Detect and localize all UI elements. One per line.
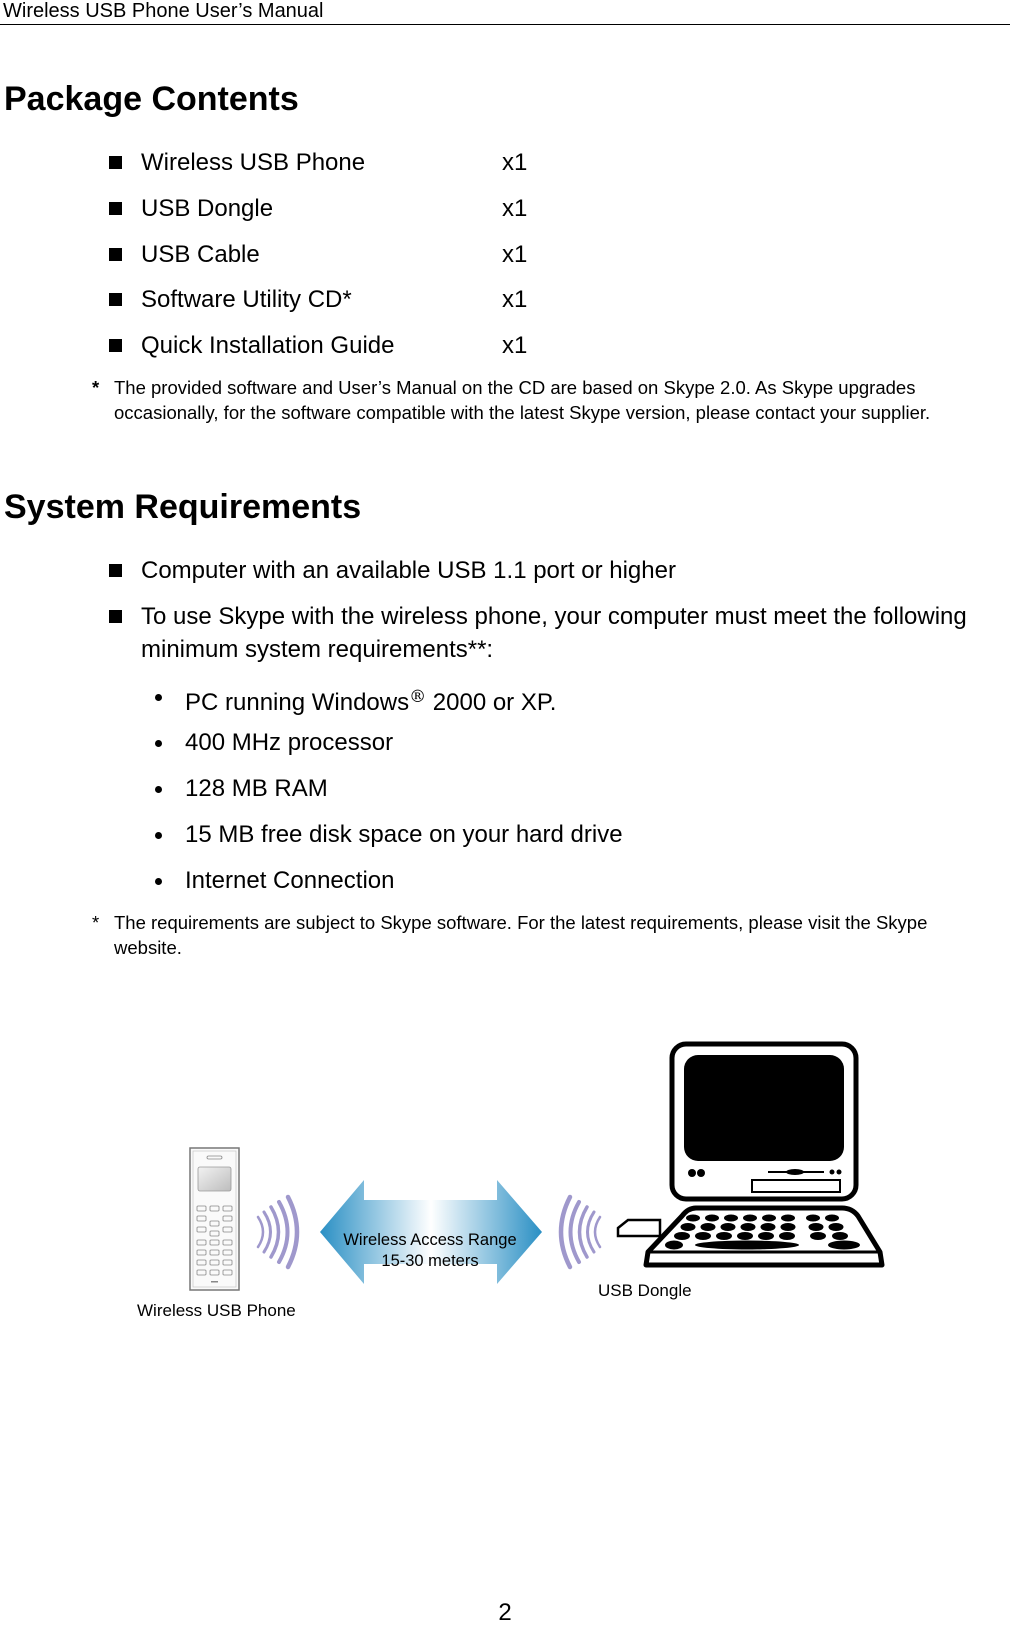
package-footnote: * The provided software and User’s Manua… bbox=[90, 375, 995, 425]
package-item-qty: x1 bbox=[502, 195, 528, 222]
package-item-qty: x1 bbox=[502, 241, 528, 268]
footnote-text: The provided software and User’s Manual … bbox=[114, 377, 931, 423]
requirements-footnote: * The requirements are subject to Skype … bbox=[90, 910, 995, 960]
system-requirements-heading: System Requirements bbox=[4, 488, 362, 526]
os-text: PC running Windows bbox=[185, 689, 410, 716]
package-item-name: USB Cable bbox=[141, 241, 260, 268]
package-item-name: USB Dongle bbox=[141, 195, 274, 222]
phone-signal-waves-icon bbox=[256, 1194, 300, 1270]
round-bullet-icon bbox=[155, 832, 162, 839]
footnote-marker: * bbox=[92, 377, 100, 398]
package-item-name: Wireless USB Phone bbox=[141, 149, 366, 176]
package-item-qty: x1 bbox=[502, 149, 528, 176]
package-contents-heading: Package Contents bbox=[4, 80, 299, 118]
usb-dongle-icon bbox=[616, 1218, 662, 1238]
requirement-sub-text: Internet Connection bbox=[185, 867, 395, 894]
requirement-text: Computer with an available USB 1.1 port … bbox=[141, 557, 676, 584]
dongle-signal-waves-icon bbox=[558, 1194, 602, 1270]
registered-mark: ® bbox=[409, 687, 427, 707]
os-version-text: 2000 or XP. bbox=[426, 689, 557, 716]
round-bullet-icon bbox=[155, 740, 162, 747]
square-bullet-icon bbox=[109, 293, 122, 306]
wireless-range-label: Wireless Access Range 15-30 meters bbox=[320, 1230, 540, 1272]
package-item-name: Quick Installation Guide bbox=[141, 332, 395, 359]
round-bullet-icon bbox=[155, 694, 162, 701]
square-bullet-icon bbox=[109, 339, 122, 352]
phone-label: Wireless USB Phone bbox=[137, 1301, 296, 1320]
requirement-sub-text: PC running Windows® 2000 or XP. bbox=[185, 683, 556, 717]
requirement-sub-text: 128 MB RAM bbox=[185, 775, 328, 802]
round-bullet-icon bbox=[155, 786, 162, 793]
requirement-text: To use Skype with the wireless phone, yo… bbox=[141, 603, 967, 663]
square-bullet-icon bbox=[109, 156, 122, 169]
package-item-name: Software Utility CD* bbox=[141, 286, 352, 313]
footnote-text: The requirements are subject to Skype so… bbox=[114, 912, 928, 958]
range-title: Wireless Access Range bbox=[343, 1231, 517, 1249]
wireless-phone-icon bbox=[189, 1147, 240, 1291]
page-number: 2 bbox=[498, 1599, 512, 1626]
running-header-title: Wireless USB Phone User’s Manual bbox=[3, 0, 324, 22]
square-bullet-icon bbox=[109, 610, 122, 623]
package-item-qty: x1 bbox=[502, 332, 528, 359]
requirement-sub-text: 15 MB free disk space on your hard drive bbox=[185, 821, 623, 848]
dongle-label: USB Dongle bbox=[598, 1281, 692, 1300]
square-bullet-icon bbox=[109, 202, 122, 215]
requirement-item: To use Skype with the wireless phone, yo… bbox=[109, 600, 1009, 666]
requirement-sub-text: 400 MHz processor bbox=[185, 729, 394, 756]
square-bullet-icon bbox=[109, 248, 122, 261]
header-rule bbox=[0, 24, 1010, 25]
footnote-marker: * bbox=[92, 912, 100, 933]
computer-icon bbox=[643, 1041, 885, 1268]
range-distance: 15-30 meters bbox=[381, 1252, 479, 1270]
package-item-qty: x1 bbox=[502, 286, 528, 313]
square-bullet-icon bbox=[109, 564, 122, 577]
round-bullet-icon bbox=[155, 878, 162, 885]
